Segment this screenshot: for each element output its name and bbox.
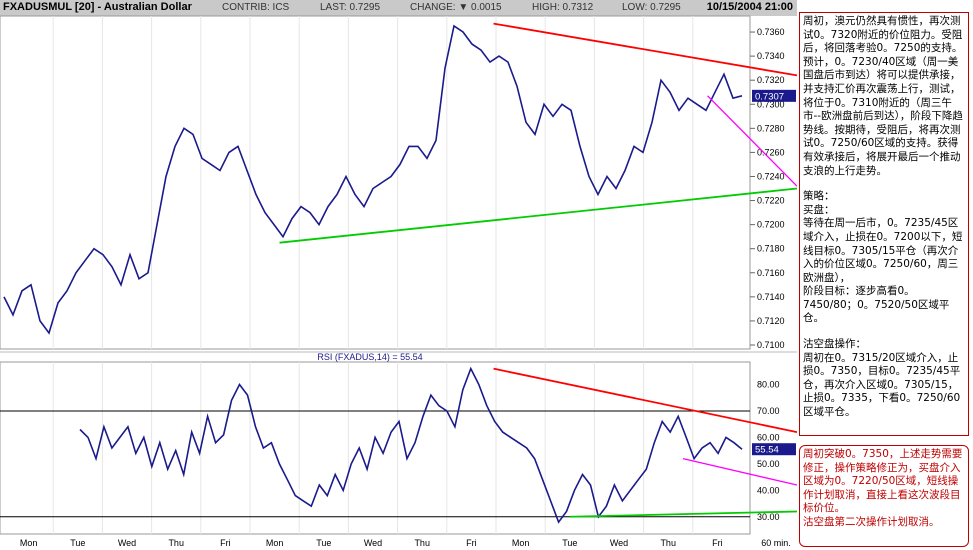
rsi-last-label: 55.54 [755, 445, 779, 456]
x-tick-label: Thu [168, 538, 184, 548]
price-line [3, 24, 743, 335]
rsi-title: RSI (FXADUS,14) = 55.54 [317, 352, 422, 362]
price-y-axis: 0.73600.73400.73200.73000.72800.72600.72… [750, 27, 785, 350]
y-tick-label: 70.00 [757, 406, 780, 416]
sell-plan: 周初在0。7315/20区域介入，止损0。7350，目标0。7235/45平仓，… [803, 351, 961, 419]
projection-trendline [707, 95, 797, 187]
x-tick-label: Wed [364, 538, 382, 548]
rsi-line [79, 366, 743, 524]
rsi-projection-trendline [682, 457, 797, 486]
revision-cancel: 沽空盘第二次操作计划取消。 [803, 515, 940, 528]
y-tick-label: 30.00 [757, 512, 780, 522]
y-tick-label: 0.7360 [757, 27, 785, 37]
trendlines [279, 22, 797, 518]
y-tick-label: 0.7160 [757, 268, 785, 278]
x-tick-label: Fri [712, 538, 723, 548]
rsi-resistance-trendline [493, 367, 797, 434]
y-tick-label: 40.00 [757, 485, 780, 495]
price-last-label: 0.7307 [755, 91, 784, 102]
sell-heading: 沽空盘操作： [803, 338, 866, 351]
y-tick-label: 0.7200 [757, 220, 785, 230]
buy-target: 阶段目标：逐步高看0。7450/80；0。7520/50区域平仓。 [803, 285, 950, 325]
buy-plan: 等待在周一后市，0。7235/45区域介入，止损在0。7200以下，短线目标0。… [803, 217, 963, 284]
resistance-trendline [493, 22, 797, 77]
x-tick-label: Fri [466, 538, 477, 548]
buy-heading: 买盘： [803, 203, 835, 216]
y-tick-label: 0.7260 [757, 147, 785, 157]
x-tick-label: Thu [660, 538, 676, 548]
y-tick-label: 80.00 [757, 380, 780, 390]
price-rsi-chart: RSI (FXADUS,14) = 55.54 0.7360 0.7340 0.73… [0, 15, 797, 548]
x-tick-label: Mon [266, 538, 284, 548]
y-tick-label: 0.7320 [757, 75, 785, 85]
price-series [3, 24, 743, 335]
x-axis-unit: 60 min. [761, 538, 791, 548]
y-tick-label: 0.7240 [757, 171, 785, 181]
x-tick-label: Mon [512, 538, 530, 548]
y-tick-label: 60.00 [757, 432, 780, 442]
y-tick-label: 0.7280 [757, 123, 785, 133]
y-tick-label: 50.00 [757, 459, 780, 469]
x-tick-label: Thu [414, 538, 430, 548]
x-axis: Mon Tue Wed Thu Fri Mon Tue Wed Thu Fri Mon Tue Wed T… [20, 538, 791, 548]
y-tick-label: 0.7120 [757, 316, 785, 326]
x-tick-label: Tue [70, 538, 85, 548]
x-tick-label: Wed [118, 538, 136, 548]
x-tick-label: Tue [562, 538, 577, 548]
y-tick-label: 0.7340 [757, 51, 785, 61]
analysis-panel: 周初，澳元仍然具有惯性，再次测试0。7320附近的价位阻力。受阻后，将回落考验0… [799, 12, 969, 436]
price-panel-frame [0, 15, 751, 350]
x-tick-label: Wed [610, 538, 628, 548]
x-tick-label: Tue [316, 538, 331, 548]
y-tick-label: 0.7180 [757, 244, 785, 254]
analysis-paragraph: 周初，澳元仍然具有惯性，再次测试0。7320附近的价位阻力。受阻后，将回落考验0… [803, 15, 963, 177]
revision-text: 周初突破0。7350，上述走势需要修正，操作策略修正为，买盘介入区域为0。722… [803, 448, 963, 515]
gridlines [0, 16, 750, 534]
x-tick-label: Fri [220, 538, 231, 548]
revision-note: 周初突破0。7350，上述走势需要修正，操作策略修正为，买盘介入区域为0。722… [799, 445, 969, 547]
rsi-series [79, 366, 743, 524]
y-tick-label: 0.7140 [757, 292, 785, 302]
y-tick-label: 0.7220 [757, 196, 785, 206]
x-tick-label: Mon [20, 538, 38, 548]
y-tick-label: 0.7100 [757, 340, 785, 350]
strategy-heading: 策略： [803, 190, 835, 203]
